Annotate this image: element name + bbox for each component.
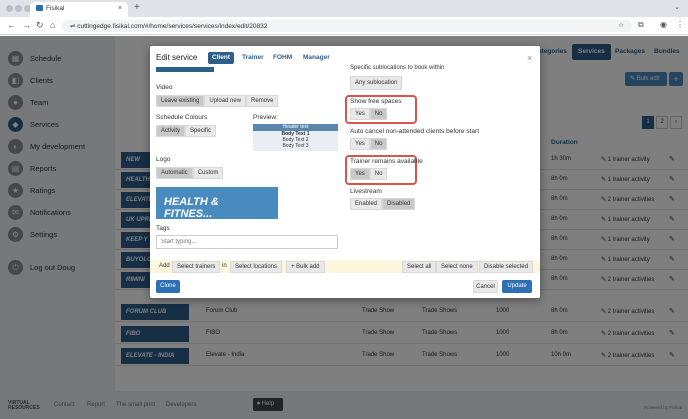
schedule-colour-specific-button[interactable]: Specific: [185, 125, 217, 137]
video-label: Video: [156, 84, 173, 91]
auto-cancel-yes-button[interactable]: Yes: [350, 138, 370, 150]
in-label: in: [222, 263, 227, 269]
browser-menu-icon[interactable]: ⋮: [676, 20, 684, 29]
livestream-enabled-button[interactable]: Enabled: [350, 198, 383, 210]
show-free-yes-button[interactable]: Yes: [350, 108, 370, 120]
video-options: Leave existing Upload new Remove: [156, 95, 279, 107]
auto-cancel-options: Yes No: [350, 138, 388, 150]
trainer-remains-label: Trainer remains available: [350, 158, 423, 165]
show-free-spaces-options: Yes No: [350, 108, 388, 120]
clone-button[interactable]: Clone: [156, 280, 180, 293]
browser-toolbar: ← → ↻ ⌂ ⇌ cuttingedge.fisikal.com/#/home…: [0, 17, 688, 35]
new-tab-button[interactable]: +: [134, 2, 140, 13]
schedule-colours-label: Schedule Colours: [156, 114, 208, 121]
preview-header: Header text: [253, 124, 338, 131]
tab-close-icon[interactable]: ×: [118, 5, 122, 12]
add-label: Add: [159, 263, 170, 269]
bulk-add-button[interactable]: + Bulk add: [286, 261, 325, 273]
fisikal-favicon-icon: [36, 5, 43, 11]
window-close-dot[interactable]: [6, 5, 13, 12]
extensions-icon[interactable]: ⧉: [638, 20, 644, 30]
preview-body: Body Text 1 Body Text 2 Body Text 3: [253, 131, 338, 151]
sublocations-label: Specific sublocations to book within: [350, 65, 445, 71]
modal-title: Edit service: [156, 53, 198, 62]
any-sublocation-button[interactable]: Any sublocation: [350, 76, 403, 90]
auto-cancel-no-button[interactable]: No: [369, 138, 388, 150]
trainer-remains-options: Yes No: [350, 168, 388, 180]
select-none-button[interactable]: Select none: [436, 261, 478, 273]
logo-custom-button[interactable]: Custom: [192, 167, 224, 179]
preview-label: Preview:: [253, 114, 278, 121]
url-bar[interactable]: ⇌ cuttingedge.fisikal.com/#/home/service…: [62, 20, 632, 32]
livestream-disabled-button[interactable]: Disabled: [382, 198, 416, 210]
video-remove-button[interactable]: Remove: [246, 95, 279, 107]
preview-body-text-3: Body Text 3: [282, 143, 309, 149]
select-trainers-button[interactable]: Select trainers: [172, 261, 221, 273]
update-button[interactable]: Update: [502, 280, 532, 293]
show-free-spaces-label: Show free spaces: [350, 98, 402, 105]
tags-input[interactable]: [156, 235, 338, 249]
schedule-colour-activity-button[interactable]: Activity: [156, 125, 186, 137]
logo-automatic-button[interactable]: Automatic: [156, 167, 193, 179]
reload-icon[interactable]: ↻: [36, 20, 44, 31]
show-free-no-button[interactable]: No: [369, 108, 388, 120]
bookmark-star-icon[interactable]: ☆: [618, 21, 624, 29]
tab-client[interactable]: Client: [208, 52, 235, 64]
window-minimize-dot[interactable]: [15, 5, 22, 12]
livestream-options: Enabled Disabled: [350, 198, 416, 210]
livestream-label: Livestream: [350, 188, 382, 195]
site-info-icon[interactable]: ⇌: [70, 23, 75, 30]
schedule-colours-options: Activity Specific: [156, 125, 217, 137]
disable-selected-button[interactable]: Disable selected: [479, 261, 534, 273]
trainer-remains-no-button[interactable]: No: [369, 168, 388, 180]
logo-options: Automatic Custom: [156, 167, 224, 179]
tab-title: Fisikal: [46, 5, 65, 12]
bulk-action-bar: Add Select trainers in Select locations …: [150, 260, 540, 273]
profile-icon[interactable]: ◉: [660, 20, 667, 29]
logo-label: Logo: [156, 156, 171, 163]
url-text: cuttingedge.fisikal.com/#/home/services/…: [77, 23, 268, 30]
auto-cancel-label: Auto cancel non-attended clients before …: [350, 128, 479, 135]
home-icon[interactable]: ⌂: [50, 20, 55, 30]
tags-label: Tags: [156, 225, 170, 232]
tab-fohm[interactable]: FOHM: [269, 52, 296, 64]
tab-trainer[interactable]: Trainer: [238, 52, 268, 64]
video-upload-new-button[interactable]: Upload new: [204, 95, 247, 107]
scrolled-header-strip: [156, 67, 214, 72]
forward-icon[interactable]: →: [22, 20, 31, 30]
edit-service-modal: Edit service Client Trainer FOHM Manager…: [150, 46, 540, 298]
tab-manager[interactable]: Manager: [299, 52, 334, 64]
close-icon[interactable]: ×: [527, 53, 532, 63]
browser-tabstrip: Fisikal × + ⌄: [0, 0, 688, 17]
trainer-remains-yes-button[interactable]: Yes: [350, 168, 370, 180]
select-locations-button[interactable]: Select locations: [230, 261, 283, 273]
logo-preview-banner: HEALTH & FITNES...: [156, 187, 278, 220]
back-icon[interactable]: ←: [7, 20, 16, 30]
video-leave-existing-button[interactable]: Leave existing: [156, 95, 205, 107]
browser-tab[interactable]: Fisikal ×: [30, 2, 128, 17]
select-all-button[interactable]: Select all: [402, 261, 437, 273]
cancel-button[interactable]: Cancel: [473, 280, 498, 293]
tab-search-icon[interactable]: ⌄: [674, 3, 680, 11]
